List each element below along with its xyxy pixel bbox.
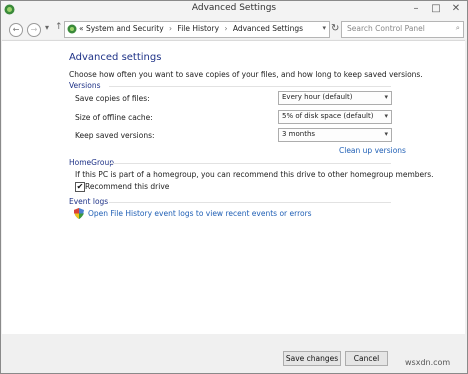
clean-up-versions-link[interactable]: Clean up versions [339, 146, 406, 155]
save-copies-label: Save copies of files: [75, 94, 150, 103]
page-title: Advanced settings [69, 52, 162, 63]
minimize-button[interactable]: – [407, 1, 425, 17]
versions-group-title: Versions [69, 81, 101, 90]
chevron-down-icon: ▾ [384, 130, 388, 138]
navigation-bar: ← → ▾ ↑ « System and Security › File His… [1, 19, 467, 39]
breadcrumb-advanced-settings[interactable]: Advanced Settings [233, 24, 303, 33]
recommend-drive-checkbox[interactable]: ✔ [75, 182, 85, 192]
search-box[interactable]: Search Control Panel ⌕ [341, 21, 464, 38]
versions-divider [109, 86, 391, 87]
offline-cache-value: 5% of disk space (default) [282, 112, 374, 120]
homegroup-group-title: HomeGroup [69, 158, 114, 167]
breadcrumb-prefix[interactable]: « [79, 24, 84, 33]
keep-versions-select[interactable]: 3 months ▾ [278, 128, 392, 142]
breadcrumb-system-and-security[interactable]: System and Security [86, 24, 164, 33]
breadcrumb-separator[interactable]: › [166, 24, 175, 33]
breadcrumb-separator[interactable]: › [221, 24, 230, 33]
save-copies-value: Every hour (default) [282, 93, 353, 101]
offline-cache-label: Size of offline cache: [75, 113, 153, 122]
maximize-button[interactable]: □ [427, 1, 445, 17]
title-bar[interactable]: Advanced Settings – □ ✕ [1, 1, 467, 19]
recent-locations-icon[interactable]: ▾ [45, 23, 49, 32]
cancel-button[interactable]: Cancel [345, 351, 388, 366]
watermark-text: wsxdn.com [405, 358, 451, 367]
refresh-icon[interactable]: ↻ [331, 23, 339, 34]
window-title: Advanced Settings [191, 3, 277, 13]
breadcrumb: « System and Security › File History › A… [79, 24, 303, 33]
search-icon[interactable]: ⌕ [456, 23, 460, 33]
save-copies-select[interactable]: Every hour (default) ▾ [278, 91, 392, 105]
event-logs-group-title: Event logs [69, 197, 109, 206]
dialog-footer [2, 334, 465, 372]
close-button[interactable]: ✕ [447, 1, 465, 17]
address-bar[interactable]: « System and Security › File History › A… [64, 21, 330, 38]
chevron-down-icon: ▾ [384, 93, 388, 101]
breadcrumb-file-history[interactable]: File History [177, 24, 219, 33]
event-logs-divider [109, 202, 391, 203]
keep-versions-label: Keep saved versions: [75, 131, 155, 140]
save-changes-button[interactable]: Save changes [283, 351, 341, 366]
shield-icon [74, 208, 84, 219]
control-panel-small-icon [67, 24, 77, 34]
chevron-down-icon: ▾ [384, 112, 388, 120]
recommend-drive-label[interactable]: Recommend this drive [85, 182, 169, 191]
offline-cache-select[interactable]: 5% of disk space (default) ▾ [278, 110, 392, 124]
intro-text: Choose how often you want to save copies… [69, 70, 423, 79]
address-dropdown-icon[interactable]: ▾ [322, 24, 326, 32]
keep-versions-value: 3 months [282, 130, 316, 138]
homegroup-description: If this PC is part of a homegroup, you c… [75, 170, 434, 179]
search-placeholder: Search Control Panel [347, 24, 425, 33]
event-logs-link[interactable]: Open File History event logs to view rec… [88, 209, 312, 218]
back-button[interactable]: ← [9, 23, 23, 37]
forward-button[interactable]: → [27, 23, 41, 37]
homegroup-divider [109, 163, 391, 164]
advanced-settings-window: Advanced Settings – □ ✕ ← → ▾ ↑ « System… [0, 0, 468, 374]
up-icon[interactable]: ↑ [55, 22, 63, 32]
